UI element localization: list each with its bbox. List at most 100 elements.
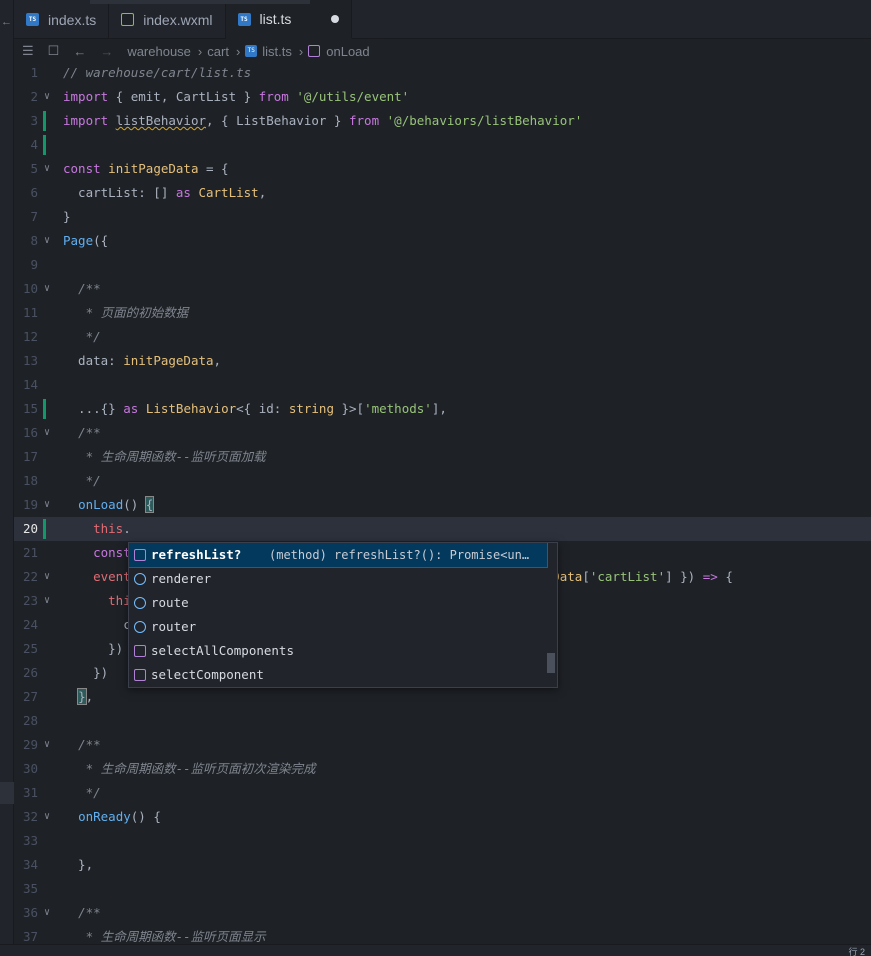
breadcrumb-symbol[interactable]: onLoad xyxy=(326,44,369,59)
code-line[interactable]: 13 data: initPageData, xyxy=(14,349,871,373)
code-line[interactable]: 12 */ xyxy=(14,325,871,349)
fold-chevron-icon[interactable]: ∨ xyxy=(44,421,54,445)
line-number: 34 xyxy=(22,857,38,872)
code-line[interactable]: 10 ∨ /** xyxy=(14,277,871,301)
line-number: 29 xyxy=(22,737,38,752)
code-line[interactable]: 5 ∨ const initPageData = { xyxy=(14,157,871,181)
activity-marker xyxy=(0,782,14,804)
fold-chevron-icon[interactable]: ∨ xyxy=(44,901,54,925)
code-line[interactable]: 11 * 页面的初始数据 xyxy=(14,301,871,325)
code-line[interactable]: 20 this. xyxy=(14,517,871,541)
unsaved-dot-icon[interactable] xyxy=(331,15,340,23)
tab-list-ts[interactable]: TS list.ts xyxy=(225,0,353,39)
fold-chevron-icon[interactable]: ∨ xyxy=(44,493,54,517)
code-line[interactable]: 17 * 生命周期函数--监听页面加载 xyxy=(14,445,871,469)
tab-index-wxml[interactable]: index.wxml xyxy=(109,0,226,39)
code-line[interactable]: 15 ...{} as ListBehavior<{ id: string }>… xyxy=(14,397,871,421)
code-line[interactable]: 2 ∨ import { emit, CartList } from '@/util… xyxy=(14,85,871,109)
code-line[interactable]: 29 ∨ /** xyxy=(14,733,871,757)
suggest-widget[interactable]: refreshList? (method) refreshList?(): Pro… xyxy=(128,542,558,688)
line-number: 36 xyxy=(22,905,38,920)
back-icon[interactable]: ← xyxy=(73,44,86,59)
fold-chevron-icon[interactable]: ∨ xyxy=(44,565,54,589)
line-number: 33 xyxy=(22,833,38,848)
typescript-file-icon: TS xyxy=(26,13,39,26)
suggest-item[interactable]: renderer xyxy=(129,567,547,591)
code-text: thi xyxy=(108,593,131,608)
code-text: /** xyxy=(78,737,101,752)
code-line[interactable]: 6 cartList: [] as CartList, xyxy=(14,181,871,205)
git-change-marker[interactable] xyxy=(43,519,46,539)
fold-chevron-icon[interactable]: ∨ xyxy=(44,805,54,829)
code-text: import listBehavior, { ListBehavior } fr… xyxy=(63,113,583,128)
code-text: Page({ xyxy=(63,233,109,248)
line-number: 26 xyxy=(22,665,38,680)
code-line[interactable]: 28 xyxy=(14,709,871,733)
breadcrumb-folder[interactable]: cart xyxy=(207,44,229,59)
line-number: 2 xyxy=(30,89,38,104)
code-line[interactable]: 8 ∨ Page({ xyxy=(14,229,871,253)
code-line[interactable]: 14 xyxy=(14,373,871,397)
code-line[interactable]: 30 * 生命周期函数--监听页面初次渲染完成 xyxy=(14,757,871,781)
code-line[interactable]: 27 }, xyxy=(14,685,871,709)
line-number: 8 xyxy=(30,233,38,248)
bookmark-icon[interactable]: ☐ xyxy=(48,43,60,59)
code-line[interactable]: 34 }, xyxy=(14,853,871,877)
tab-index-ts[interactable]: TS index.ts xyxy=(14,0,110,39)
line-number: 22 xyxy=(22,569,38,584)
line-number: 23 xyxy=(22,593,38,608)
suggest-item[interactable]: selectComponent xyxy=(129,663,547,687)
code-text: /** xyxy=(78,425,101,440)
suggest-item[interactable]: route xyxy=(129,591,547,615)
line-number: 25 xyxy=(22,641,38,656)
suggest-item[interactable]: refreshList? (method) refreshList?(): Pro… xyxy=(129,543,548,568)
line-number: 3 xyxy=(30,113,38,128)
git-change-marker[interactable] xyxy=(43,111,46,131)
code-line[interactable]: 31 */ xyxy=(14,781,871,805)
suggest-item[interactable]: router xyxy=(129,615,547,639)
code-text: const xyxy=(93,545,131,560)
code-line[interactable]: 16 ∨ /** xyxy=(14,421,871,445)
code-line[interactable]: 1 // warehouse/cart/list.ts xyxy=(14,61,871,85)
code-line[interactable]: 36 ∨ /** xyxy=(14,901,871,925)
git-change-marker[interactable] xyxy=(43,399,46,419)
breadcrumb-file[interactable]: list.ts xyxy=(262,44,292,59)
fold-chevron-icon[interactable]: ∨ xyxy=(44,157,54,181)
forward-icon[interactable]: → xyxy=(100,44,113,59)
code-line[interactable]: 7} xyxy=(14,205,871,229)
suggest-scrollbar[interactable] xyxy=(547,653,555,673)
code-text: }) xyxy=(63,641,124,656)
fold-chevron-icon[interactable]: ∨ xyxy=(44,589,54,613)
code-editor[interactable]: 1 // warehouse/cart/list.ts 2 ∨ import { emi… xyxy=(14,63,871,944)
title-strip xyxy=(90,0,310,4)
suggest-detail: (method) refreshList?(): Promise<un… xyxy=(269,548,530,562)
code-line[interactable]: 33 xyxy=(14,829,871,853)
code-line[interactable]: 18 */ xyxy=(14,469,871,493)
line-number: 21 xyxy=(22,545,38,560)
code-line[interactable]: 19 ∨ onLoad() { xyxy=(14,493,871,517)
git-change-marker[interactable] xyxy=(43,135,46,155)
wxml-file-icon xyxy=(121,13,135,26)
line-number: 13 xyxy=(22,353,38,368)
suggest-item[interactable]: selectAllComponents xyxy=(129,639,547,663)
list-icon[interactable]: ☰ xyxy=(22,43,34,59)
line-number: 6 xyxy=(30,185,38,200)
code-line[interactable]: 32 ∨ onReady() { xyxy=(14,805,871,829)
code-line[interactable]: 3 import listBehavior, { ListBehavior } f… xyxy=(14,109,871,133)
fold-chevron-icon[interactable]: ∨ xyxy=(44,733,54,757)
code-line[interactable]: 9 xyxy=(14,253,871,277)
suggest-label: refreshList? xyxy=(151,547,242,562)
line-number: 24 xyxy=(22,617,38,632)
fold-chevron-icon[interactable]: ∨ xyxy=(44,85,54,109)
code-text: /** xyxy=(78,905,101,920)
fold-chevron-icon[interactable]: ∨ xyxy=(44,277,54,301)
code-line[interactable]: 4 xyxy=(14,133,871,157)
method-icon xyxy=(134,669,146,681)
line-number: 19 xyxy=(22,497,38,512)
fold-chevron-icon[interactable]: ∨ xyxy=(44,229,54,253)
code-line[interactable]: 35 xyxy=(14,877,871,901)
back-arrow-icon[interactable]: ← xyxy=(1,16,12,28)
line-number: 4 xyxy=(30,137,38,152)
breadcrumb-folder[interactable]: warehouse xyxy=(127,44,191,59)
method-icon xyxy=(308,45,321,57)
